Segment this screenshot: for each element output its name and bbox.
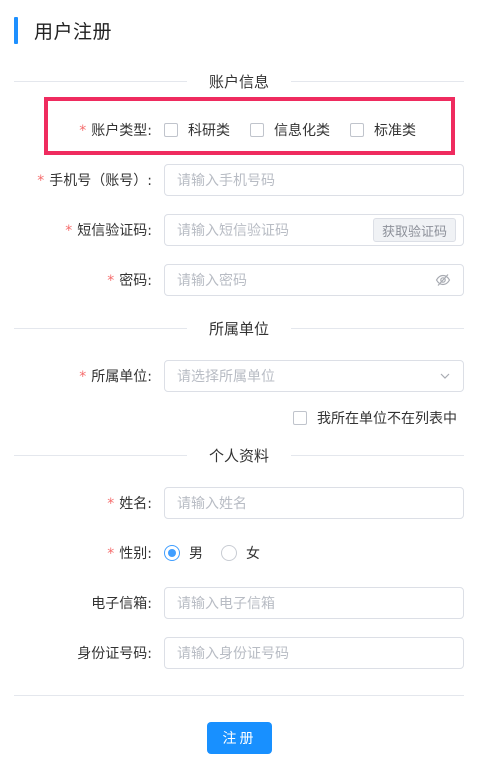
- radio-unchecked[interactable]: [221, 545, 237, 561]
- highlight-box: [44, 97, 455, 155]
- page-header: 用户注册: [14, 17, 112, 44]
- phone-label: 手机号（账号）:: [49, 173, 152, 189]
- section-title-unit: 所属单位: [209, 319, 270, 338]
- sms-code-input[interactable]: 请输入短信验证码 获取验证码: [164, 214, 464, 246]
- chevron-down-icon: [439, 370, 451, 382]
- password-input[interactable]: 请输入密码: [164, 264, 464, 296]
- gender-option-male[interactable]: 男: [164, 543, 203, 563]
- password-label: 密码:: [119, 273, 152, 289]
- checkbox[interactable]: [293, 411, 307, 425]
- id-number-placeholder: 请输入身份证号码: [177, 646, 289, 662]
- section-title-personal: 个人资料: [209, 446, 270, 465]
- email-placeholder: 请输入电子信箱: [177, 596, 275, 612]
- section-divider-personal: 个人资料: [14, 444, 465, 466]
- get-sms-code-button[interactable]: 获取验证码: [372, 218, 456, 242]
- title-accent-bar: [14, 17, 18, 44]
- gender-label: 性别:: [119, 546, 152, 562]
- phone-placeholder: 请输入手机号码: [177, 173, 275, 189]
- name-input[interactable]: 请输入姓名: [164, 487, 464, 519]
- unit-placeholder: 请选择所属单位: [177, 369, 275, 385]
- form-divider: [14, 695, 464, 696]
- id-number-label: 身份证号码:: [77, 646, 152, 662]
- name-placeholder: 请输入姓名: [177, 496, 247, 512]
- eye-hidden-icon[interactable]: [435, 272, 451, 288]
- page-title: 用户注册: [34, 21, 113, 43]
- section-divider-account: 账户信息: [14, 70, 465, 92]
- register-button[interactable]: 注册: [207, 722, 272, 754]
- gender-option-female[interactable]: 女: [221, 543, 260, 563]
- radio-checked[interactable]: [164, 545, 180, 561]
- sms-code-label: 短信验证码:: [77, 223, 152, 239]
- section-title-account: 账户信息: [209, 72, 270, 91]
- section-divider-unit: 所属单位: [14, 317, 465, 339]
- id-number-input[interactable]: 请输入身份证号码: [164, 637, 464, 669]
- email-input[interactable]: 请输入电子信箱: [164, 587, 464, 619]
- email-label: 电子信箱:: [91, 596, 152, 612]
- password-placeholder: 请输入密码: [177, 273, 247, 289]
- sms-code-placeholder: 请输入短信验证码: [177, 223, 289, 239]
- gender-radio-group: 男 女: [164, 543, 278, 563]
- phone-input[interactable]: 请输入手机号码: [164, 164, 464, 196]
- not-in-list-checkbox[interactable]: 我所在单位不在列表中: [293, 408, 457, 428]
- name-label: 姓名:: [119, 496, 152, 512]
- unit-select[interactable]: 请选择所属单位: [164, 360, 464, 392]
- unit-label: 所属单位:: [91, 369, 152, 385]
- not-in-list-label: 我所在单位不在列表中: [317, 411, 457, 427]
